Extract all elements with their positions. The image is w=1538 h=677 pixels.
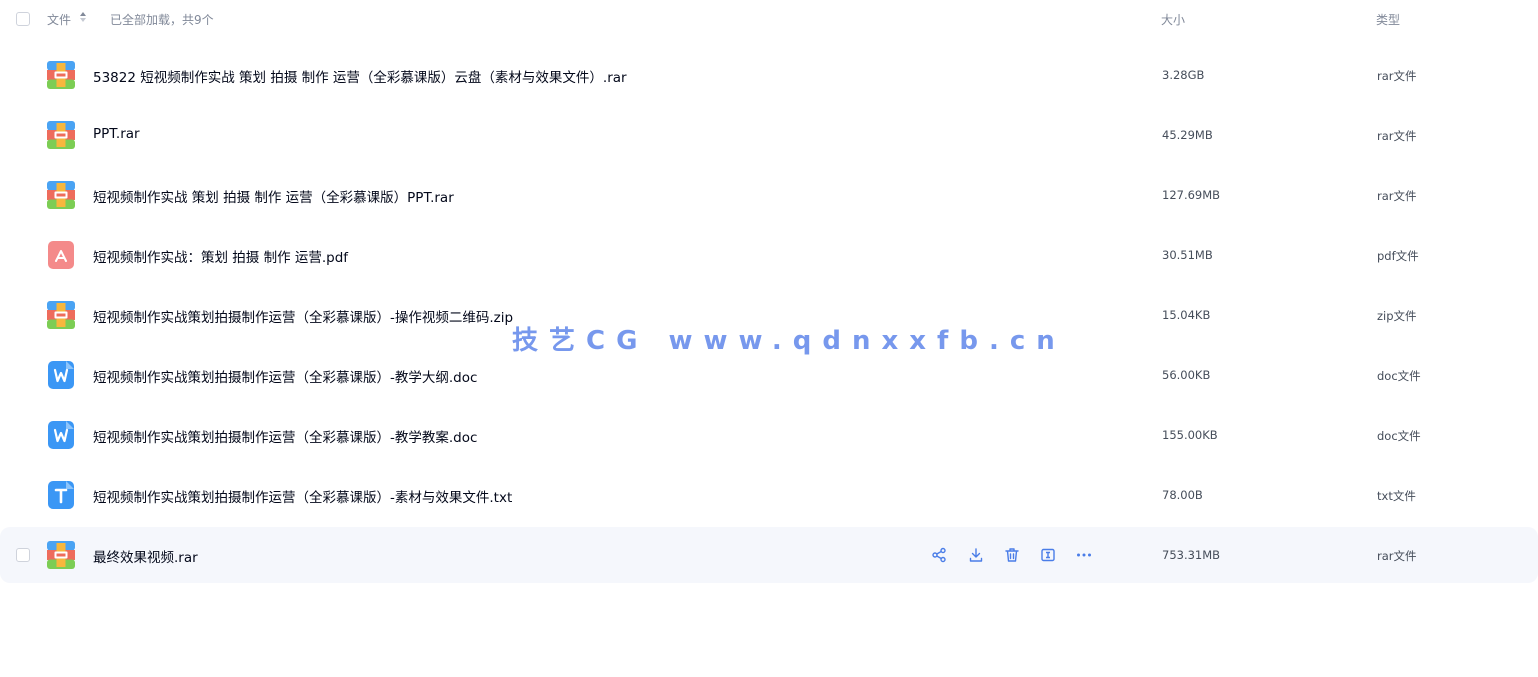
file-size: 45.29MB [1162, 128, 1213, 142]
file-size: 155.00KB [1162, 428, 1218, 442]
file-size: 15.04KB [1162, 308, 1211, 322]
column-type[interactable]: 类型 [1376, 11, 1400, 28]
file-row[interactable]: 53822 短视频制作实战 策划 拍摄 制作 运营（全彩慕课版）云盘（素材与效果… [0, 47, 1538, 103]
watermark-text: 技艺CG www.qdnxxfb.cn [512, 326, 1066, 356]
file-name[interactable]: 短视频制作实战策划拍摄制作运营（全彩慕课版）-教学大纲.doc [93, 366, 477, 386]
row-checkbox[interactable] [16, 548, 30, 562]
file-type: doc文件 [1377, 429, 1421, 443]
file-name[interactable]: 短视频制作实战策划拍摄制作运营（全彩慕课版）-教学教案.doc [93, 426, 477, 446]
file-name[interactable]: 短视频制作实战 策划 拍摄 制作 运营（全彩慕课版）PPT.rar [93, 186, 454, 206]
archive-icon [46, 180, 76, 210]
file-type: pdf文件 [1377, 249, 1419, 263]
file-type: txt文件 [1377, 489, 1416, 503]
loaded-count-text: 已全部加载，共9个 [110, 13, 214, 27]
word-doc-icon [46, 360, 76, 390]
file-name[interactable]: 短视频制作实战策划拍摄制作运营（全彩慕课版）-操作视频二维码.zip [93, 306, 513, 326]
file-list-header: 文件 已全部加载，共9个 大小 类型 [0, 0, 1538, 38]
file-size: 753.31MB [1162, 548, 1221, 562]
word-doc-icon [46, 420, 76, 450]
file-size: 78.00B [1162, 488, 1203, 502]
pdf-icon [46, 240, 76, 270]
column-size[interactable]: 大小 [1161, 11, 1185, 28]
file-row[interactable]: 短视频制作实战：策划 拍摄 制作 运营.pdf 30.51MB pdf文件 [0, 227, 1538, 283]
file-row[interactable]: 短视频制作实战策划拍摄制作运营（全彩慕课版）-素材与效果文件.txt 78.00B… [0, 467, 1538, 523]
text-file-icon [46, 480, 76, 510]
file-size: 3.28GB [1162, 68, 1205, 82]
file-name[interactable]: 53822 短视频制作实战 策划 拍摄 制作 运营（全彩慕课版）云盘（素材与效果… [93, 66, 627, 86]
file-type: doc文件 [1377, 369, 1421, 383]
file-name[interactable]: 短视频制作实战策划拍摄制作运营（全彩慕课版）-素材与效果文件.txt [93, 486, 512, 506]
column-file-name[interactable]: 文件 [47, 11, 71, 28]
delete-icon[interactable] [1003, 546, 1021, 564]
sort-icon[interactable] [79, 11, 87, 23]
file-name[interactable]: 短视频制作实战：策划 拍摄 制作 运营.pdf [93, 246, 348, 266]
select-all-checkbox[interactable] [16, 12, 30, 26]
file-size: 30.51MB [1162, 248, 1213, 262]
file-row[interactable]: 短视频制作实战策划拍摄制作运营（全彩慕课版）-教学教案.doc 155.00KB d… [0, 407, 1538, 463]
file-row[interactable]: PPT.rar 45.29MB rar文件 [0, 107, 1538, 163]
archive-icon [46, 540, 76, 570]
file-type: rar文件 [1377, 189, 1417, 203]
archive-icon [46, 300, 76, 330]
file-type: rar文件 [1377, 69, 1417, 83]
rename-icon[interactable] [1039, 546, 1057, 564]
file-size: 127.69MB [1162, 188, 1221, 202]
file-row[interactable]: 最终效果视频.rar 753.31MB rar文件 [0, 527, 1538, 583]
file-name[interactable]: PPT.rar [93, 126, 140, 142]
share-icon[interactable] [930, 546, 948, 564]
more-icon[interactable] [1075, 546, 1093, 564]
download-icon[interactable] [967, 546, 985, 564]
file-type: zip文件 [1377, 309, 1417, 323]
file-size: 56.00KB [1162, 368, 1211, 382]
file-type: rar文件 [1377, 549, 1417, 563]
file-name[interactable]: 最终效果视频.rar [93, 546, 198, 566]
file-row[interactable]: 短视频制作实战 策划 拍摄 制作 运营（全彩慕课版）PPT.rar 127.69M… [0, 167, 1538, 223]
file-type: rar文件 [1377, 129, 1417, 143]
archive-icon [46, 60, 76, 90]
archive-icon [46, 120, 76, 150]
